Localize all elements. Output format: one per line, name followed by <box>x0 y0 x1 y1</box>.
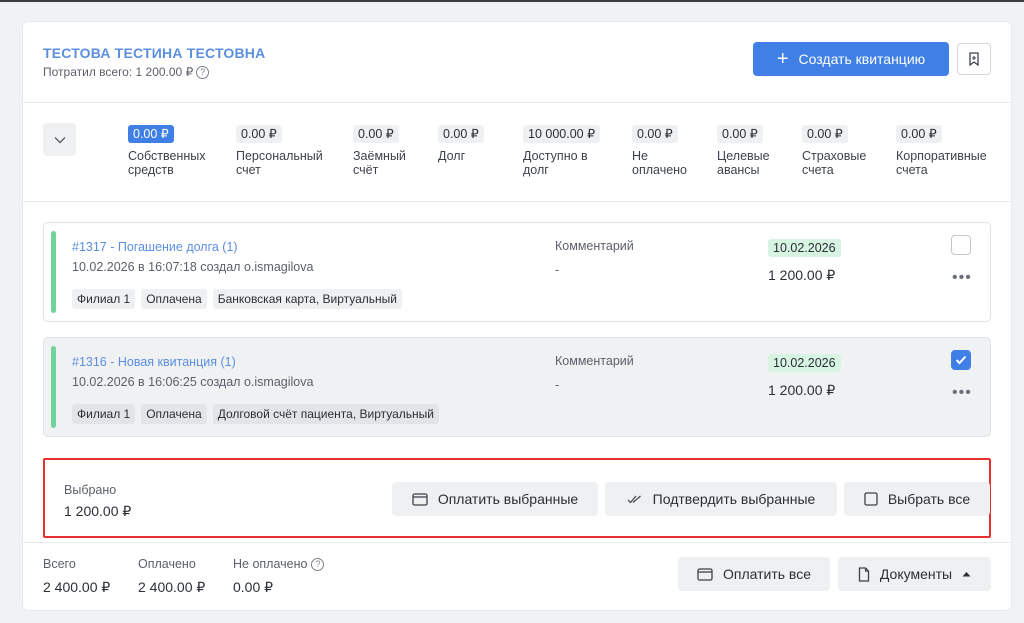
balances-divider <box>23 201 1011 202</box>
balance-amount: 0.00 ₽ <box>802 125 848 143</box>
tag-branch: Филиал 1 <box>72 289 136 309</box>
receipt-title-link[interactable]: #1317 - Погашение долга (1) <box>72 240 238 254</box>
chevron-down-icon <box>54 136 65 143</box>
pay-all-label: Оплатить все <box>722 566 811 582</box>
comment-label: Комментарий <box>555 354 634 368</box>
confirm-selected-button[interactable]: Подтвердить выбранные <box>605 482 837 516</box>
checkmark-icon <box>955 355 967 365</box>
paid-status-bar <box>51 231 56 313</box>
receipt-card-1317[interactable]: #1317 - Погашение долга (1) 10.02.2026 в… <box>43 222 991 322</box>
client-name[interactable]: ТЕСТОВА ТЕСТИНА ТЕСТОВНА <box>43 45 265 61</box>
pay-selected-label: Оплатить выбранные <box>437 491 579 507</box>
balance-amount: 0.00 ₽ <box>353 125 399 143</box>
select-all-button[interactable]: Выбрать все <box>844 482 990 516</box>
pay-all-button[interactable]: Оплатить все <box>678 557 830 591</box>
unpaid-label-row: Не оплачено ? <box>233 557 325 571</box>
more-options-icon[interactable]: ••• <box>952 385 972 401</box>
balance-personal-account[interactable]: 0.00 ₽ Персональный счет <box>236 125 323 177</box>
tag-branch: Филиал 1 <box>72 404 136 424</box>
balance-unpaid[interactable]: 0.00 ₽ Не оплачено <box>632 125 687 177</box>
receipt-checkbox[interactable] <box>951 235 971 255</box>
balance-insurance-accounts[interactable]: 0.00 ₽ Страховые счета <box>802 125 866 177</box>
collapse-balances-button[interactable] <box>43 123 76 156</box>
balance-amount: 0.00 ₽ <box>717 125 763 143</box>
balance-debt[interactable]: 0.00 ₽ Долг <box>438 125 484 163</box>
receipt-sum: 1 200.00 ₽ <box>768 267 836 283</box>
total-summary: Всего 2 400.00 ₽ <box>43 557 110 596</box>
confirm-selected-label: Подтвердить выбранные <box>652 491 816 507</box>
create-receipt-button[interactable]: + Создать квитанцию <box>753 42 949 76</box>
balance-amount: 0.00 ₽ <box>128 125 174 143</box>
paid-summary: Оплачено 2 400.00 ₽ <box>138 557 205 596</box>
select-all-label: Выбрать все <box>887 491 971 507</box>
plus-icon: + <box>776 48 789 70</box>
total-value: 2 400.00 ₽ <box>43 579 111 595</box>
receipt-checkbox-checked[interactable] <box>951 350 971 370</box>
receipt-meta: 10.02.2026 в 16:07:18 создал o.ismagilov… <box>72 260 314 274</box>
balance-amount: 0.00 ₽ <box>438 125 484 143</box>
bookmark-icon <box>969 52 979 66</box>
receipt-card-1316[interactable]: #1316 - Новая квитанция (1) 10.02.2026 в… <box>43 337 991 437</box>
receipt-date-badge: 10.02.2026 <box>768 354 841 372</box>
selected-label: Выбрано <box>64 483 117 497</box>
receipt-meta: 10.02.2026 в 16:06:25 создал o.ismagilov… <box>72 375 314 389</box>
checkbox-icon <box>864 492 878 506</box>
selection-panel: Выбрано 1 200.00 ₽ Оплатить выбранные По… <box>43 458 991 538</box>
receipt-date-badge: 10.02.2026 <box>768 239 841 257</box>
create-receipt-label: Создать квитанцию <box>798 51 926 67</box>
receipt-tags: Филиал 1 Оплачена Банковская карта, Вирт… <box>72 289 402 309</box>
comment-value: - <box>555 263 560 277</box>
tag-payment-method: Банковская карта, Виртуальный <box>212 289 402 309</box>
balance-amount: 0.00 ₽ <box>236 125 282 143</box>
spent-total: Потратил всего: 1 200.00 ₽ ? <box>43 65 210 79</box>
window-top-border <box>0 0 1024 2</box>
balance-own-funds[interactable]: 0.00 ₽ Собственных средств <box>128 125 205 177</box>
balance-target-advances[interactable]: 0.00 ₽ Целевые авансы <box>717 125 770 177</box>
caret-up-icon <box>962 572 971 577</box>
double-check-icon <box>627 495 641 504</box>
balance-amount: 0.00 ₽ <box>632 125 678 143</box>
selected-amount: 1 200.00 ₽ <box>64 503 132 519</box>
documents-label: Документы <box>879 566 953 582</box>
unpaid-label: Не оплачено <box>233 557 308 571</box>
tag-status: Оплачена <box>141 289 207 309</box>
help-icon[interactable]: ? <box>196 65 210 79</box>
footer-divider <box>23 542 1011 543</box>
receipt-title-link[interactable]: #1316 - Новая квитанция (1) <box>72 355 236 369</box>
comment-label: Комментарий <box>555 239 634 253</box>
balance-amount: 0.00 ₽ <box>896 125 942 143</box>
receipt-sum: 1 200.00 ₽ <box>768 382 836 398</box>
unpaid-value: 0.00 ₽ <box>233 579 274 595</box>
total-label: Всего <box>43 557 76 571</box>
tag-status: Оплачена <box>141 404 207 424</box>
paid-label: Оплачено <box>138 557 196 571</box>
unpaid-summary: Не оплачено ? 0.00 ₽ <box>233 557 325 596</box>
balance-available-credit[interactable]: 10 000.00 ₽ Доступно в долг <box>523 125 601 177</box>
receipt-tags: Филиал 1 Оплачена Долговой счёт пациента… <box>72 404 439 424</box>
document-icon <box>858 566 870 582</box>
tag-payment-method: Долговой счёт пациента, Виртуальный <box>212 404 439 424</box>
paid-status-bar <box>51 346 56 428</box>
bookmark-button[interactable] <box>957 43 991 75</box>
pay-selected-button[interactable]: Оплатить выбранные <box>392 482 598 516</box>
header-divider <box>23 102 1011 103</box>
card-icon <box>412 492 428 506</box>
balance-loan-account[interactable]: 0.00 ₽ Заёмный счёт <box>353 125 406 177</box>
more-options-icon[interactable]: ••• <box>952 270 972 286</box>
comment-value: - <box>555 378 560 392</box>
balance-amount: 10 000.00 ₽ <box>523 125 601 143</box>
spent-total-label: Потратил всего: 1 200.00 ₽ <box>43 65 194 79</box>
client-card: ТЕСТОВА ТЕСТИНА ТЕСТОВНА Потратил всего:… <box>22 21 1012 611</box>
documents-dropdown-button[interactable]: Документы <box>838 557 991 591</box>
paid-value: 2 400.00 ₽ <box>138 579 206 595</box>
card-icon <box>697 567 713 581</box>
help-icon[interactable]: ? <box>311 557 325 571</box>
balance-corporate-accounts[interactable]: 0.00 ₽ Корпоративные счета <box>896 125 987 177</box>
